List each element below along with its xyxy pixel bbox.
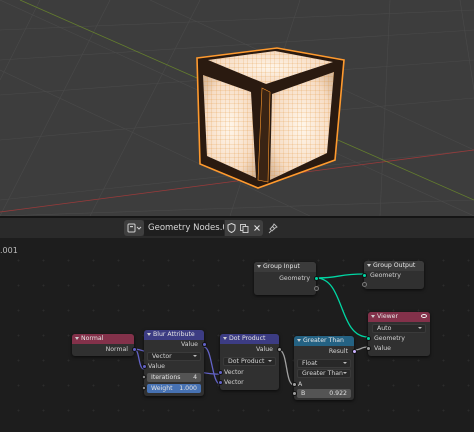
- blender-window: Geometry Nodes.001 .001 Group Input Ge: [0, 0, 474, 432]
- node-title: Normal: [81, 335, 104, 342]
- duplicate-icon[interactable]: [238, 220, 251, 236]
- weight-field[interactable]: Weight 1.000: [147, 384, 201, 393]
- compare-node[interactable]: Greater Than Result Float Greater Than A…: [291, 336, 357, 400]
- result-output-socket[interactable]: [351, 349, 357, 354]
- data-type-dropdown[interactable]: Float: [297, 359, 351, 368]
- group-input-node[interactable]: Group Input Geometry: [254, 262, 319, 295]
- field-value: 1.000: [179, 385, 197, 392]
- link-geometry-to-viewer: [315, 277, 369, 338]
- data-type-dropdown[interactable]: Vector: [147, 352, 201, 361]
- 3d-viewport[interactable]: [0, 0, 474, 216]
- link-blur-to-dot: [203, 346, 221, 385]
- normal-output-socket[interactable]: [131, 347, 137, 352]
- cube-object: [196, 47, 345, 189]
- socket-label: Geometry: [279, 275, 310, 282]
- empty-output-socket[interactable]: [313, 286, 319, 291]
- dot-product-node[interactable]: Dot Product Value Dot Product Vector Vec…: [217, 334, 282, 390]
- a-input-socket[interactable]: [291, 382, 297, 387]
- b-input-socket[interactable]: [291, 391, 297, 396]
- value-input-socket[interactable]: [365, 346, 371, 351]
- pin-icon[interactable]: [266, 220, 280, 236]
- socket-label: Value: [374, 345, 391, 352]
- blur-attribute-node[interactable]: Blur Attribute Value Vector Value Iterat…: [141, 330, 207, 396]
- node-title: Dot Product: [229, 335, 266, 342]
- socket-label: Result: [328, 348, 348, 355]
- node-title: Group Output: [373, 262, 416, 269]
- geometry-output-socket[interactable]: [313, 276, 319, 281]
- viewer-node[interactable]: Viewer Auto Geometry Value: [365, 312, 430, 356]
- node-header: Group Input: [254, 262, 316, 272]
- shield-icon[interactable]: [225, 220, 238, 236]
- domain-dropdown[interactable]: Auto: [372, 324, 426, 333]
- node-header: Dot Product: [220, 334, 279, 344]
- vector-b-input-socket[interactable]: [217, 380, 223, 385]
- group-output-node[interactable]: Group Output Geometry: [361, 261, 424, 289]
- field-label: B: [301, 390, 306, 397]
- eye-icon[interactable]: [421, 314, 427, 318]
- node-title: Group Input: [263, 263, 300, 270]
- node-editor-icon[interactable]: [124, 220, 144, 236]
- operation-dropdown[interactable]: Dot Product: [223, 357, 276, 366]
- socket-label: Value: [256, 346, 273, 353]
- socket-label: Value: [181, 341, 198, 348]
- socket-label: Vector: [224, 379, 244, 386]
- field-value: 0.922: [329, 390, 347, 397]
- node-header: Blur Attribute: [144, 330, 204, 340]
- node-header: Group Output: [364, 261, 424, 271]
- close-icon[interactable]: [251, 220, 263, 236]
- geometry-input-socket[interactable]: [365, 336, 371, 341]
- node-tree-name-field[interactable]: Geometry Nodes.001: [144, 220, 224, 236]
- value-output-socket[interactable]: [201, 342, 207, 347]
- operation-dropdown[interactable]: Greater Than: [297, 369, 351, 378]
- field-label: Iterations: [151, 374, 181, 381]
- geometry-input-socket[interactable]: [361, 273, 367, 278]
- socket-label: Normal: [105, 346, 128, 353]
- iterations-field[interactable]: Iterations 4: [147, 373, 201, 382]
- node-header: Viewer: [368, 312, 430, 322]
- socket-label: Value: [148, 363, 165, 370]
- viewport-scene: [0, 0, 474, 216]
- socket-label: Geometry: [370, 272, 401, 279]
- value-input-socket[interactable]: [141, 364, 147, 369]
- vector-a-input-socket[interactable]: [217, 370, 223, 375]
- node-header: Greater Than: [294, 336, 354, 346]
- socket-label: A: [298, 381, 303, 388]
- node-editor-header: Geometry Nodes.001: [0, 218, 474, 238]
- socket-label: Geometry: [374, 335, 405, 342]
- node-canvas[interactable]: .001 Group Input Geometry Group Output G…: [0, 238, 474, 432]
- node-header: Normal: [72, 334, 134, 344]
- socket-label: Vector: [224, 369, 244, 376]
- node-title: Greater Than: [303, 337, 344, 344]
- b-value-field[interactable]: B 0.922: [297, 389, 351, 398]
- link-dot-to-compare: [278, 349, 295, 386]
- field-value: 4: [193, 374, 197, 381]
- node-title: Blur Attribute: [153, 331, 195, 338]
- field-label: Weight: [151, 385, 173, 392]
- node-title: Viewer: [377, 313, 399, 320]
- link-geometry-to-output: [315, 273, 365, 279]
- value-output-socket[interactable]: [276, 347, 282, 352]
- normal-node[interactable]: Normal Normal: [72, 334, 137, 356]
- empty-input-socket[interactable]: [361, 282, 367, 287]
